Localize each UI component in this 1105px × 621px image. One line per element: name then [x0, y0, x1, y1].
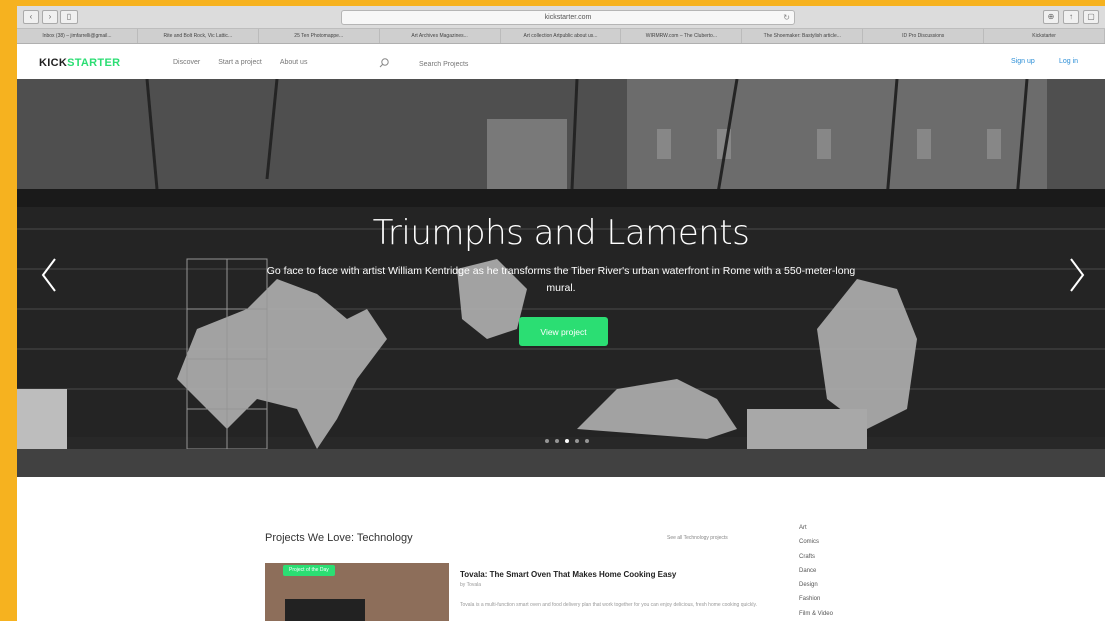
project-image[interactable]: Project of the Day	[265, 563, 449, 621]
log-in-link[interactable]: Log in	[1059, 58, 1078, 65]
bookmark-item[interactable]: Rite and Bolt Rock, Vic Lattic...	[138, 29, 259, 43]
download-icon[interactable]: ⊕	[1043, 10, 1059, 24]
forward-icon[interactable]: ›	[42, 10, 58, 24]
history-buttons: ‹ ›	[23, 10, 58, 24]
hero-title: Triumphs and Laments	[372, 213, 750, 253]
toolbar-right-buttons: ⊕ ↑ ▢	[1043, 10, 1099, 24]
share-icon[interactable]: ↑	[1063, 10, 1079, 24]
search-icon[interactable]	[377, 56, 391, 70]
hero-banner: Triumphs and Laments Go face to face wit…	[17, 79, 1105, 477]
nav-start-project[interactable]: Start a project	[218, 59, 262, 66]
search-input[interactable]	[417, 56, 601, 72]
main-nav: Discover Start a project About us	[173, 59, 307, 66]
tabs-icon[interactable]: ▢	[1083, 10, 1099, 24]
bookmark-item[interactable]: Kickstarter	[984, 29, 1105, 43]
category-item[interactable]: Design	[799, 578, 833, 592]
kickstarter-logo[interactable]: KICKSTARTER	[39, 57, 120, 69]
project-of-the-day-badge: Project of the Day	[283, 565, 335, 576]
slide-dot[interactable]	[575, 439, 579, 443]
content-area: Projects We Love: Technology See all Tec…	[17, 477, 1105, 621]
slide-indicators	[545, 439, 589, 443]
slide-dot[interactable]	[545, 439, 549, 443]
browser-toolbar: ‹ › ▯ kickstarter.com ↻ ⊕ ↑ ▢	[17, 6, 1105, 29]
oven-image	[285, 599, 365, 621]
hero-subtitle: Go face to face with artist William Kent…	[266, 265, 856, 294]
bookmark-item[interactable]: 25 Ten Photomappe...	[259, 29, 380, 43]
site-header: KICKSTARTER Discover Start a project Abo…	[17, 44, 1105, 82]
category-item[interactable]: Film & Video	[799, 607, 833, 621]
bookmark-item[interactable]: WIRMRW.com – The Cluberto...	[621, 29, 743, 43]
previous-slide-icon[interactable]	[39, 255, 59, 295]
category-item[interactable]: Art	[799, 521, 833, 535]
category-item[interactable]: Crafts	[799, 550, 833, 564]
address-bar[interactable]: kickstarter.com ↻	[341, 10, 795, 25]
bookmark-item[interactable]: Inbox (38) – jimfarrelli@gmail...	[17, 29, 138, 43]
slide-dot[interactable]	[555, 439, 559, 443]
browser-window: ‹ › ▯ kickstarter.com ↻ ⊕ ↑ ▢ Inbox (38)…	[17, 6, 1105, 621]
project-description: Tovala is a multi-function smart oven an…	[460, 602, 758, 608]
category-item[interactable]: Dance	[799, 564, 833, 578]
logo-accent: STARTER	[67, 57, 121, 69]
sign-up-link[interactable]: Sign up	[1011, 58, 1035, 65]
bookmark-item[interactable]: Art Archives Magazines...	[380, 29, 501, 43]
back-icon[interactable]: ‹	[23, 10, 39, 24]
reload-icon[interactable]: ↻	[783, 11, 790, 24]
bookmark-item[interactable]: The Shoemaker: Bastylish article...	[742, 29, 864, 43]
next-slide-icon[interactable]	[1067, 255, 1087, 295]
see-all-link[interactable]: See all Technology projects	[667, 535, 728, 541]
section-title: Projects We Love: Technology	[265, 532, 413, 544]
slide-dot[interactable]	[565, 439, 569, 443]
sidebar-icon[interactable]: ▯	[60, 10, 78, 24]
url-text: kickstarter.com	[544, 14, 592, 21]
category-list: Art Comics Crafts Dance Design Fashion Film & …	[799, 521, 833, 621]
bookmark-item[interactable]: ID Pro Discussions	[863, 29, 985, 43]
nav-discover[interactable]: Discover	[173, 59, 200, 66]
bookmarks-bar: Inbox (38) – jimfarrelli@gmail... Rite an…	[17, 29, 1105, 44]
logo-main: KICK	[39, 57, 68, 69]
category-item[interactable]: Comics	[799, 535, 833, 549]
view-project-button[interactable]: View project	[519, 317, 608, 346]
project-creator[interactable]: by Tovala	[460, 582, 481, 588]
nav-about-us[interactable]: About us	[280, 59, 308, 66]
category-item[interactable]: Fashion	[799, 592, 833, 606]
bookmark-item[interactable]: Art collection Artpublic about us...	[501, 29, 622, 43]
slide-dot[interactable]	[585, 439, 589, 443]
project-title[interactable]: Tovala: The Smart Oven That Makes Home C…	[460, 570, 676, 579]
